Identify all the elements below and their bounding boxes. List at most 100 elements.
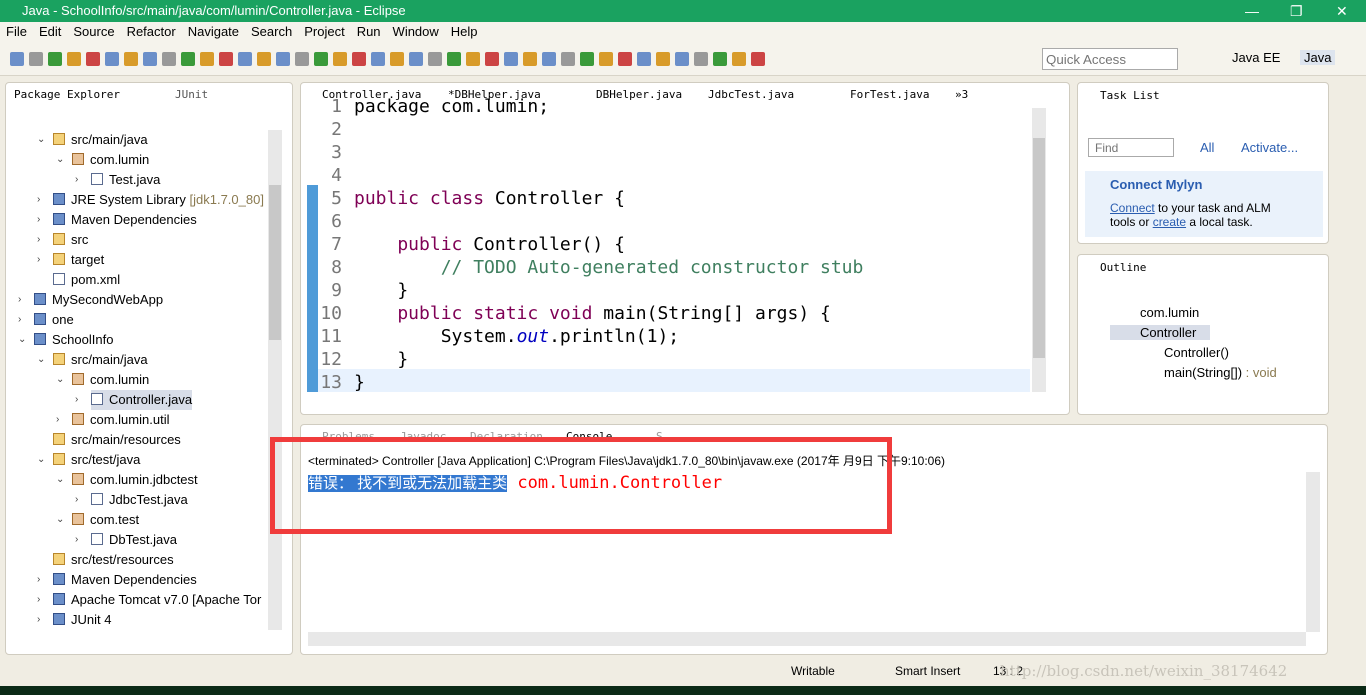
- editor-tab[interactable]: ForTest.java: [850, 84, 929, 106]
- chevron-right-icon[interactable]: ›: [75, 170, 85, 190]
- chevron-right-icon[interactable]: ›: [75, 490, 85, 510]
- tree-item[interactable]: › DbTest.java: [10, 530, 268, 550]
- toolbar-icon[interactable]: [67, 52, 81, 66]
- code-editor[interactable]: 1 package com.lumin; 2 3 4 5 public class Cont…: [302, 96, 1032, 393]
- toolbar-icon[interactable]: [200, 52, 214, 66]
- toolbar-icon[interactable]: [181, 52, 195, 66]
- tree-item[interactable]: ⌄ com.lumin: [10, 150, 268, 170]
- chevron-right-icon[interactable]: ›: [75, 390, 85, 410]
- quick-access-input[interactable]: [1042, 48, 1178, 70]
- tree-item[interactable]: ⌄ com.test: [10, 510, 268, 530]
- tree-item[interactable]: pom.xml: [10, 270, 268, 290]
- toolbar-icon[interactable]: [371, 52, 385, 66]
- chevron-right-icon[interactable]: ›: [18, 310, 28, 330]
- chevron-right-icon[interactable]: ›: [37, 590, 47, 610]
- tree-item[interactable]: › com.lumin.util: [10, 410, 268, 430]
- tree-item[interactable]: ⌄ com.lumin: [10, 370, 268, 390]
- toolbar-icon[interactable]: [751, 52, 765, 66]
- chevron-down-icon[interactable]: ⌄: [37, 130, 47, 150]
- outline-item-constructor[interactable]: Controller(): [1164, 345, 1229, 360]
- toolbar-icon[interactable]: [485, 52, 499, 66]
- tree-item[interactable]: ⌄ src/main/java: [10, 350, 268, 370]
- menu-help[interactable]: Help: [451, 22, 478, 42]
- editor-vscrollbar[interactable]: [1032, 108, 1046, 392]
- chevron-right-icon[interactable]: ›: [18, 290, 28, 310]
- tree-item[interactable]: › Maven Dependencies: [10, 570, 268, 590]
- toolbar-icon[interactable]: [390, 52, 404, 66]
- chevron-down-icon[interactable]: ⌄: [37, 350, 47, 370]
- tree-item[interactable]: › src: [10, 230, 268, 250]
- tree-item[interactable]: ⌄ SchoolInfo: [10, 330, 268, 350]
- chevron-down-icon[interactable]: ⌄: [56, 510, 66, 530]
- chevron-right-icon[interactable]: ›: [37, 210, 47, 230]
- toolbar-icon[interactable]: [523, 52, 537, 66]
- chevron-down-icon[interactable]: ⌄: [56, 370, 66, 390]
- console-hscrollbar[interactable]: [308, 632, 1306, 646]
- toolbar-icon[interactable]: [732, 52, 746, 66]
- toolbar-icon[interactable]: [447, 52, 461, 66]
- toolbar-icon[interactable]: [10, 52, 24, 66]
- tree-item[interactable]: ⌄ src/main/java: [10, 130, 268, 150]
- toolbar-icon[interactable]: [29, 52, 43, 66]
- toolbar-icon[interactable]: [580, 52, 594, 66]
- tree-item[interactable]: › one: [10, 310, 268, 330]
- toolbar-icon[interactable]: [276, 52, 290, 66]
- create-link[interactable]: create: [1153, 215, 1186, 229]
- toolbar-icon[interactable]: [257, 52, 271, 66]
- chevron-down-icon[interactable]: ⌄: [56, 150, 66, 170]
- toolbar-icon[interactable]: [409, 52, 423, 66]
- tree-item[interactable]: ⌄ com.lumin.jdbctest: [10, 470, 268, 490]
- toolbar-icon[interactable]: [504, 52, 518, 66]
- menu-source[interactable]: Source: [73, 22, 114, 42]
- tree-item[interactable]: › Apache Tomcat v7.0 [Apache Tor: [10, 590, 268, 610]
- chevron-down-icon[interactable]: ⌄: [18, 330, 28, 350]
- close-button[interactable]: ✕: [1336, 0, 1348, 22]
- explorer-scrollbar[interactable]: [268, 130, 282, 630]
- toolbar-icon[interactable]: [466, 52, 480, 66]
- toolbar-icon[interactable]: [143, 52, 157, 66]
- tree-item[interactable]: › JdbcTest.java: [10, 490, 268, 510]
- toolbar-icon[interactable]: [314, 52, 328, 66]
- tree-item[interactable]: ⌄ src/test/java: [10, 450, 268, 470]
- toolbar-icon[interactable]: [162, 52, 176, 66]
- toolbar-icon[interactable]: [295, 52, 309, 66]
- chevron-right-icon[interactable]: ›: [37, 230, 47, 250]
- menu-edit[interactable]: Edit: [39, 22, 61, 42]
- toolbar-icon[interactable]: [637, 52, 651, 66]
- toolbar-icon[interactable]: [219, 52, 233, 66]
- task-filter-all[interactable]: All: [1200, 140, 1214, 155]
- outline-item-main[interactable]: main(String[]) : void: [1164, 365, 1277, 380]
- chevron-right-icon[interactable]: ›: [37, 570, 47, 590]
- toolbar-icon[interactable]: [599, 52, 613, 66]
- tree-item[interactable]: › Test.java: [10, 170, 268, 190]
- chevron-down-icon[interactable]: ⌄: [56, 470, 66, 490]
- tree-item[interactable]: src/main/resources: [10, 430, 268, 450]
- toolbar-icon[interactable]: [105, 52, 119, 66]
- editor-tab[interactable]: DBHelper.java: [596, 84, 682, 106]
- menu-file[interactable]: File: [6, 22, 27, 42]
- tab-package-explorer[interactable]: Package Explorer: [14, 84, 120, 106]
- menu-refactor[interactable]: Refactor: [127, 22, 176, 42]
- toolbar-icon[interactable]: [86, 52, 100, 66]
- tree-item[interactable]: › Maven Dependencies: [10, 210, 268, 230]
- editor-tab[interactable]: JdbcTest.java: [708, 84, 794, 106]
- toolbar-icon[interactable]: [542, 52, 556, 66]
- minimize-button[interactable]: —: [1245, 0, 1259, 22]
- tree-item[interactable]: › Controller.java: [10, 390, 268, 410]
- toolbar-icon[interactable]: [694, 52, 708, 66]
- perspective-java[interactable]: Java: [1300, 50, 1336, 65]
- perspective-java-ee[interactable]: Java EE: [1232, 50, 1280, 65]
- toolbar-icon[interactable]: [48, 52, 62, 66]
- toolbar-icon[interactable]: [656, 52, 670, 66]
- toolbar-icon[interactable]: [618, 52, 632, 66]
- toolbar-icon[interactable]: [333, 52, 347, 66]
- chevron-right-icon[interactable]: ›: [37, 610, 47, 630]
- chevron-right-icon[interactable]: ›: [37, 250, 47, 270]
- task-find-input[interactable]: [1088, 138, 1174, 157]
- chevron-right-icon[interactable]: ›: [56, 410, 66, 430]
- outline-item-class[interactable]: Controller: [1110, 325, 1210, 340]
- toolbar-icon[interactable]: [675, 52, 689, 66]
- outline-item-package[interactable]: com.lumin: [1140, 305, 1199, 320]
- toolbar-icon[interactable]: [713, 52, 727, 66]
- tree-item[interactable]: src/test/resources: [10, 550, 268, 570]
